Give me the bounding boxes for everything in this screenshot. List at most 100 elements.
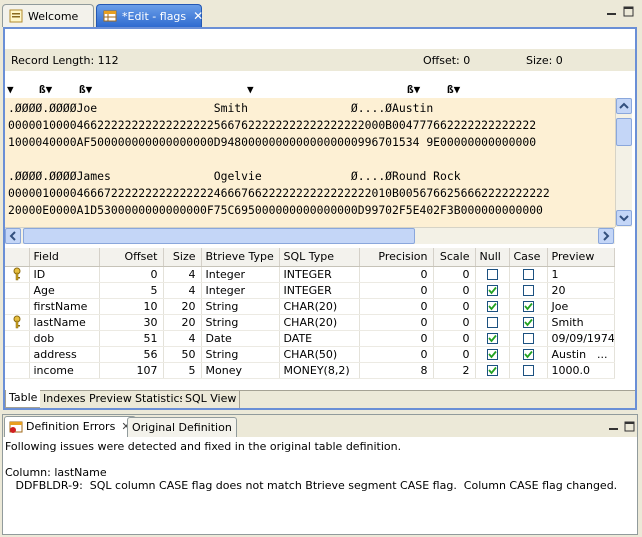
case-checkbox[interactable] [522,365,534,376]
size-cell[interactable]: 4 [163,282,202,299]
field-marker[interactable]: ▼ [247,83,254,96]
table-row[interactable]: lastName 30 20 String CHAR(20) 0 0 Smith [5,314,615,331]
close-tab-icon[interactable]: ✕ [193,9,203,23]
table-row[interactable]: income 107 5 Money MONEY(8,2) 8 2 1000.0 [5,362,615,379]
sql-type-cell[interactable]: MONEY(8,2) [279,362,360,379]
precision-cell[interactable]: 0 [359,298,434,315]
btrieve-type-cell[interactable]: String [201,314,280,331]
btrieve-type-cell[interactable]: Date [201,330,280,347]
column-header-scale[interactable]: Scale [433,248,476,267]
minimize-view-icon[interactable] [608,421,619,432]
scroll-up-button[interactable] [616,98,632,114]
btrieve-type-cell[interactable]: Integer [201,266,280,283]
precision-cell[interactable]: 8 [359,362,434,379]
sql-type-cell[interactable]: INTEGER [279,266,360,283]
field-cell[interactable]: income [29,362,100,379]
scroll-left-button[interactable] [5,228,21,244]
offset-cell[interactable]: 30 [99,314,164,331]
column-header-case[interactable]: Case [509,248,548,267]
size-cell[interactable]: 20 [163,298,202,315]
table-row[interactable]: dob 51 4 Date DATE 0 0 09/09/1974 [5,330,615,347]
tab-definition-errors[interactable]: Definition Errors ✕ [4,416,136,437]
hex-vertical-scrollbar[interactable] [615,98,632,227]
case-checkbox[interactable] [522,269,534,280]
field-cell[interactable]: firstName [29,298,100,315]
vertical-scroll-thumb[interactable] [616,118,632,146]
scale-cell[interactable]: 2 [433,362,476,379]
preview-cell[interactable]: 1 [547,266,615,283]
size-cell[interactable]: 5 [163,362,202,379]
maximize-view-icon[interactable] [624,421,635,432]
column-header-btrieve-type[interactable]: Btrieve Type [201,248,280,267]
precision-cell[interactable]: 0 [359,314,434,331]
offset-cell[interactable]: 10 [99,298,164,315]
field-cell[interactable]: address [29,346,100,363]
btrieve-type-cell[interactable]: String [201,298,280,315]
field-marker[interactable]: ß▼ [79,83,92,96]
hex-view[interactable]: .ØØØØ.ØØØØJoe Smith Ø....ØAustin 0000010… [5,98,615,227]
btrieve-type-cell[interactable]: Money [201,362,280,379]
size-cell[interactable]: 4 [163,266,202,283]
tab-indexes[interactable]: Indexes [40,391,90,408]
column-header-offset[interactable]: Offset [99,248,164,267]
preview-cell[interactable]: 09/09/1974 [547,330,615,347]
case-checkbox[interactable] [522,333,534,344]
scale-cell[interactable]: 0 [433,298,476,315]
precision-cell[interactable]: 0 [359,282,434,299]
offset-cell[interactable]: 0 [99,266,164,283]
size-cell[interactable]: 50 [163,346,202,363]
field-marker[interactable]: ß▼ [39,83,52,96]
null-checkbox[interactable] [486,333,498,344]
size-cell[interactable]: 20 [163,314,202,331]
tab-statistics[interactable]: Statistics [132,391,190,408]
field-marker[interactable]: ▼ [7,83,14,96]
key-column-header[interactable] [5,248,30,267]
null-checkbox[interactable] [486,349,498,360]
tab-sql-view[interactable]: SQL View [182,391,241,408]
field-marker[interactable]: ß▼ [447,83,460,96]
null-checkbox[interactable] [486,365,498,376]
scale-cell[interactable]: 0 [433,314,476,331]
sql-type-cell[interactable]: INTEGER [279,282,360,299]
preview-cell[interactable]: 20 [547,282,615,299]
btrieve-type-cell[interactable]: String [201,346,280,363]
precision-cell[interactable]: 0 [359,330,434,347]
scale-cell[interactable]: 0 [433,282,476,299]
case-checkbox[interactable] [522,349,534,360]
preview-cell[interactable]: Joe [547,298,615,315]
column-header-precision[interactable]: Precision [359,248,434,267]
column-header-field[interactable]: Field [29,248,100,267]
sql-type-cell[interactable]: DATE [279,330,360,347]
minimize-icon[interactable] [606,6,617,17]
offset-cell[interactable]: 5 [99,282,164,299]
preview-cell[interactable]: 1000.0 [547,362,615,379]
maximize-icon[interactable] [623,6,634,17]
offset-cell[interactable]: 107 [99,362,164,379]
field-cell[interactable]: lastName [29,314,100,331]
null-checkbox[interactable] [486,285,498,296]
preview-cell[interactable]: Smith [547,314,615,331]
null-checkbox[interactable] [486,301,498,312]
precision-cell[interactable]: 0 [359,346,434,363]
tab-edit-flags[interactable]: *Edit - flags ✕ [96,4,203,27]
table-row[interactable]: ID 0 4 Integer INTEGER 0 0 1 [5,266,615,283]
offset-cell[interactable]: 56 [99,346,164,363]
null-checkbox[interactable] [486,269,498,280]
column-header-sql-type[interactable]: SQL Type [279,248,360,267]
sql-type-cell[interactable]: CHAR(20) [279,298,360,315]
case-checkbox[interactable] [522,285,534,296]
column-header-size[interactable]: Size [163,248,202,267]
scroll-right-button[interactable] [598,228,614,244]
precision-cell[interactable]: 0 [359,266,434,283]
sql-type-cell[interactable]: CHAR(50) [279,346,360,363]
tab-welcome[interactable]: Welcome [2,4,94,27]
btrieve-type-cell[interactable]: Integer [201,282,280,299]
null-checkbox[interactable] [486,317,498,328]
scale-cell[interactable]: 0 [433,266,476,283]
horizontal-scroll-thumb[interactable] [23,228,415,244]
field-cell[interactable]: dob [29,330,100,347]
column-header-preview[interactable]: Preview [547,248,615,267]
preview-more-button[interactable]: ... [597,348,608,361]
field-cell[interactable]: Age [29,282,100,299]
hex-horizontal-scrollbar[interactable] [5,227,615,244]
